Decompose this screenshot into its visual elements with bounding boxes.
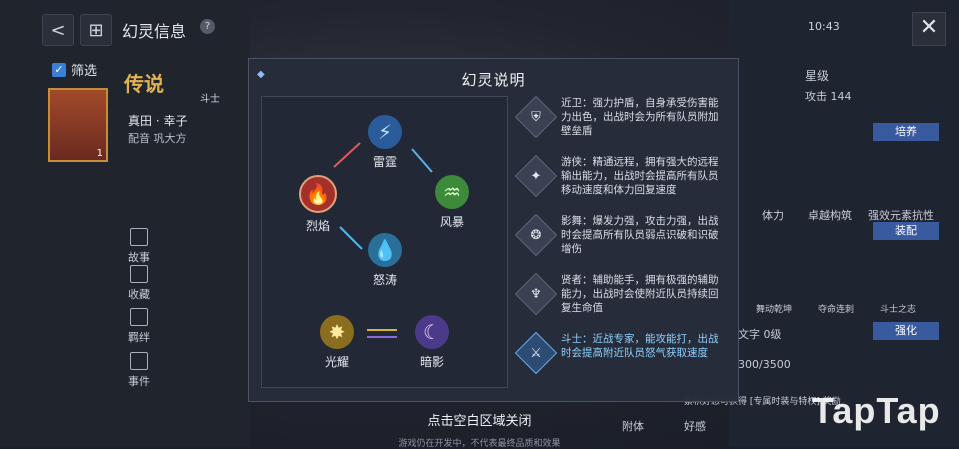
- grid-icon: ⊞: [88, 19, 104, 41]
- light-icon: ✸: [320, 315, 354, 349]
- role-guard: ⛨ 近卫：强力护盾，自身承受伤害能力出色，出战时会为所有队员附加壁垒盾: [514, 95, 727, 155]
- nav-collection[interactable]: 收藏: [128, 265, 150, 302]
- shadow-icon: ☾: [415, 315, 449, 349]
- element-shadow: ☾ 暗影: [402, 315, 462, 370]
- taptap-watermark: TapTap: [812, 390, 941, 431]
- element-cycle-panel: ⚡ 雷霆 ♒ 风暴 💧 怒涛 🔥 烈焰 ✸ 光耀 ☾ 暗影: [261, 96, 508, 388]
- story-icon: [130, 228, 148, 246]
- star-label: 星级: [805, 69, 830, 83]
- role-shadowdance: ❂ 影舞：爆发力强，攻击力强，出战时会提高所有队员弱点识破和识破增伤: [514, 213, 727, 273]
- wave-icon: 💧: [368, 233, 402, 267]
- attack-value: 攻击 144: [805, 90, 852, 103]
- element-light: ✸ 光耀: [307, 315, 367, 370]
- element-thunder: ⚡ 雷霆: [355, 115, 415, 170]
- back-icon: <: [50, 19, 66, 41]
- cultivate-button[interactable]: 培养: [873, 123, 939, 141]
- event-icon: [130, 352, 148, 370]
- filter-checkbox[interactable]: ✓ 筛选: [52, 60, 97, 79]
- nav-bond[interactable]: 羁绊: [128, 308, 150, 345]
- role-sage: ♆ 贤者：辅助能手，拥有极强的辅助能力，出战时会使附近队员持续回复生命值: [514, 272, 727, 332]
- character-card[interactable]: 1: [48, 88, 108, 162]
- rank-badge: 传说: [124, 72, 164, 96]
- skill-1[interactable]: 舞动乾坤: [756, 302, 792, 315]
- storm-icon: ♒: [435, 175, 469, 209]
- status-time: 10:43: [808, 20, 840, 33]
- stat-resist: 强效元素抗性: [868, 209, 934, 222]
- help-icon[interactable]: ?: [200, 19, 215, 34]
- spirit-info-modal: ◆ 幻灵说明 ⚡ 雷霆 ♒ 风暴 💧 怒涛 🔥 烈焰 ✸ 光耀 ☾ 暗影 ⛨ 近…: [248, 58, 739, 402]
- filter-label: 筛选: [71, 64, 98, 79]
- stat-stamina: 体力: [762, 209, 784, 222]
- collection-icon: [130, 265, 148, 283]
- menu-grid-button[interactable]: ⊞: [80, 14, 112, 46]
- shadow-role-icon: ❂: [514, 213, 558, 257]
- strengthen-button[interactable]: 强化: [873, 322, 939, 340]
- page-title: 幻灵信息: [122, 22, 187, 41]
- back-button[interactable]: <: [42, 14, 74, 46]
- dev-footnote: 游戏仍在开发中，不代表最终品质和效果: [398, 439, 561, 449]
- role-ranger: ✦ 游侠：精通远程，拥有强大的远程输出能力，出战时会提高所有队员移动速度和体力回…: [514, 154, 727, 214]
- stat-construct: 卓越构筑: [808, 209, 852, 222]
- element-wave: 💧 怒涛: [355, 233, 415, 288]
- modal-title: 幻灵说明: [461, 71, 526, 89]
- bond-icon: [130, 308, 148, 326]
- element-storm: ♒ 风暴: [422, 175, 482, 230]
- ranger-icon: ✦: [514, 154, 558, 198]
- nav-story[interactable]: 故事: [128, 228, 150, 265]
- skill-2[interactable]: 夺命连刺: [818, 302, 854, 315]
- element-flame: 🔥 烈焰: [288, 175, 348, 234]
- character-name: 真田 · 幸子: [128, 114, 188, 128]
- close-button[interactable]: ✕: [912, 12, 946, 46]
- thunder-icon: ⚡: [368, 115, 402, 149]
- skill-3[interactable]: 斗士之志: [880, 302, 916, 315]
- favor-progress: 300/3500: [738, 358, 791, 371]
- fighter-icon: ⚔: [514, 331, 558, 375]
- card-count: 1: [96, 148, 103, 159]
- check-icon: ✓: [52, 62, 66, 77]
- sage-icon: ♆: [514, 272, 558, 316]
- role-list: ⛨ 近卫：强力护盾，自身承受伤害能力出色，出战时会为所有队员附加壁垒盾 ✦ 游侠…: [514, 95, 727, 391]
- voice-actor: 配音 巩大方: [128, 132, 187, 145]
- guard-icon: ⛨: [514, 95, 558, 139]
- role-fighter: ⚔ 斗士：近战专家，能攻能打，出战时会提高附近队员怒气获取速度: [514, 331, 727, 391]
- nav-event[interactable]: 事件: [128, 352, 150, 389]
- text-level: 文字 0级: [738, 328, 782, 341]
- flame-icon: 🔥: [299, 175, 337, 213]
- equip-button[interactable]: 装配: [873, 222, 939, 240]
- role-label: 斗士: [200, 94, 220, 105]
